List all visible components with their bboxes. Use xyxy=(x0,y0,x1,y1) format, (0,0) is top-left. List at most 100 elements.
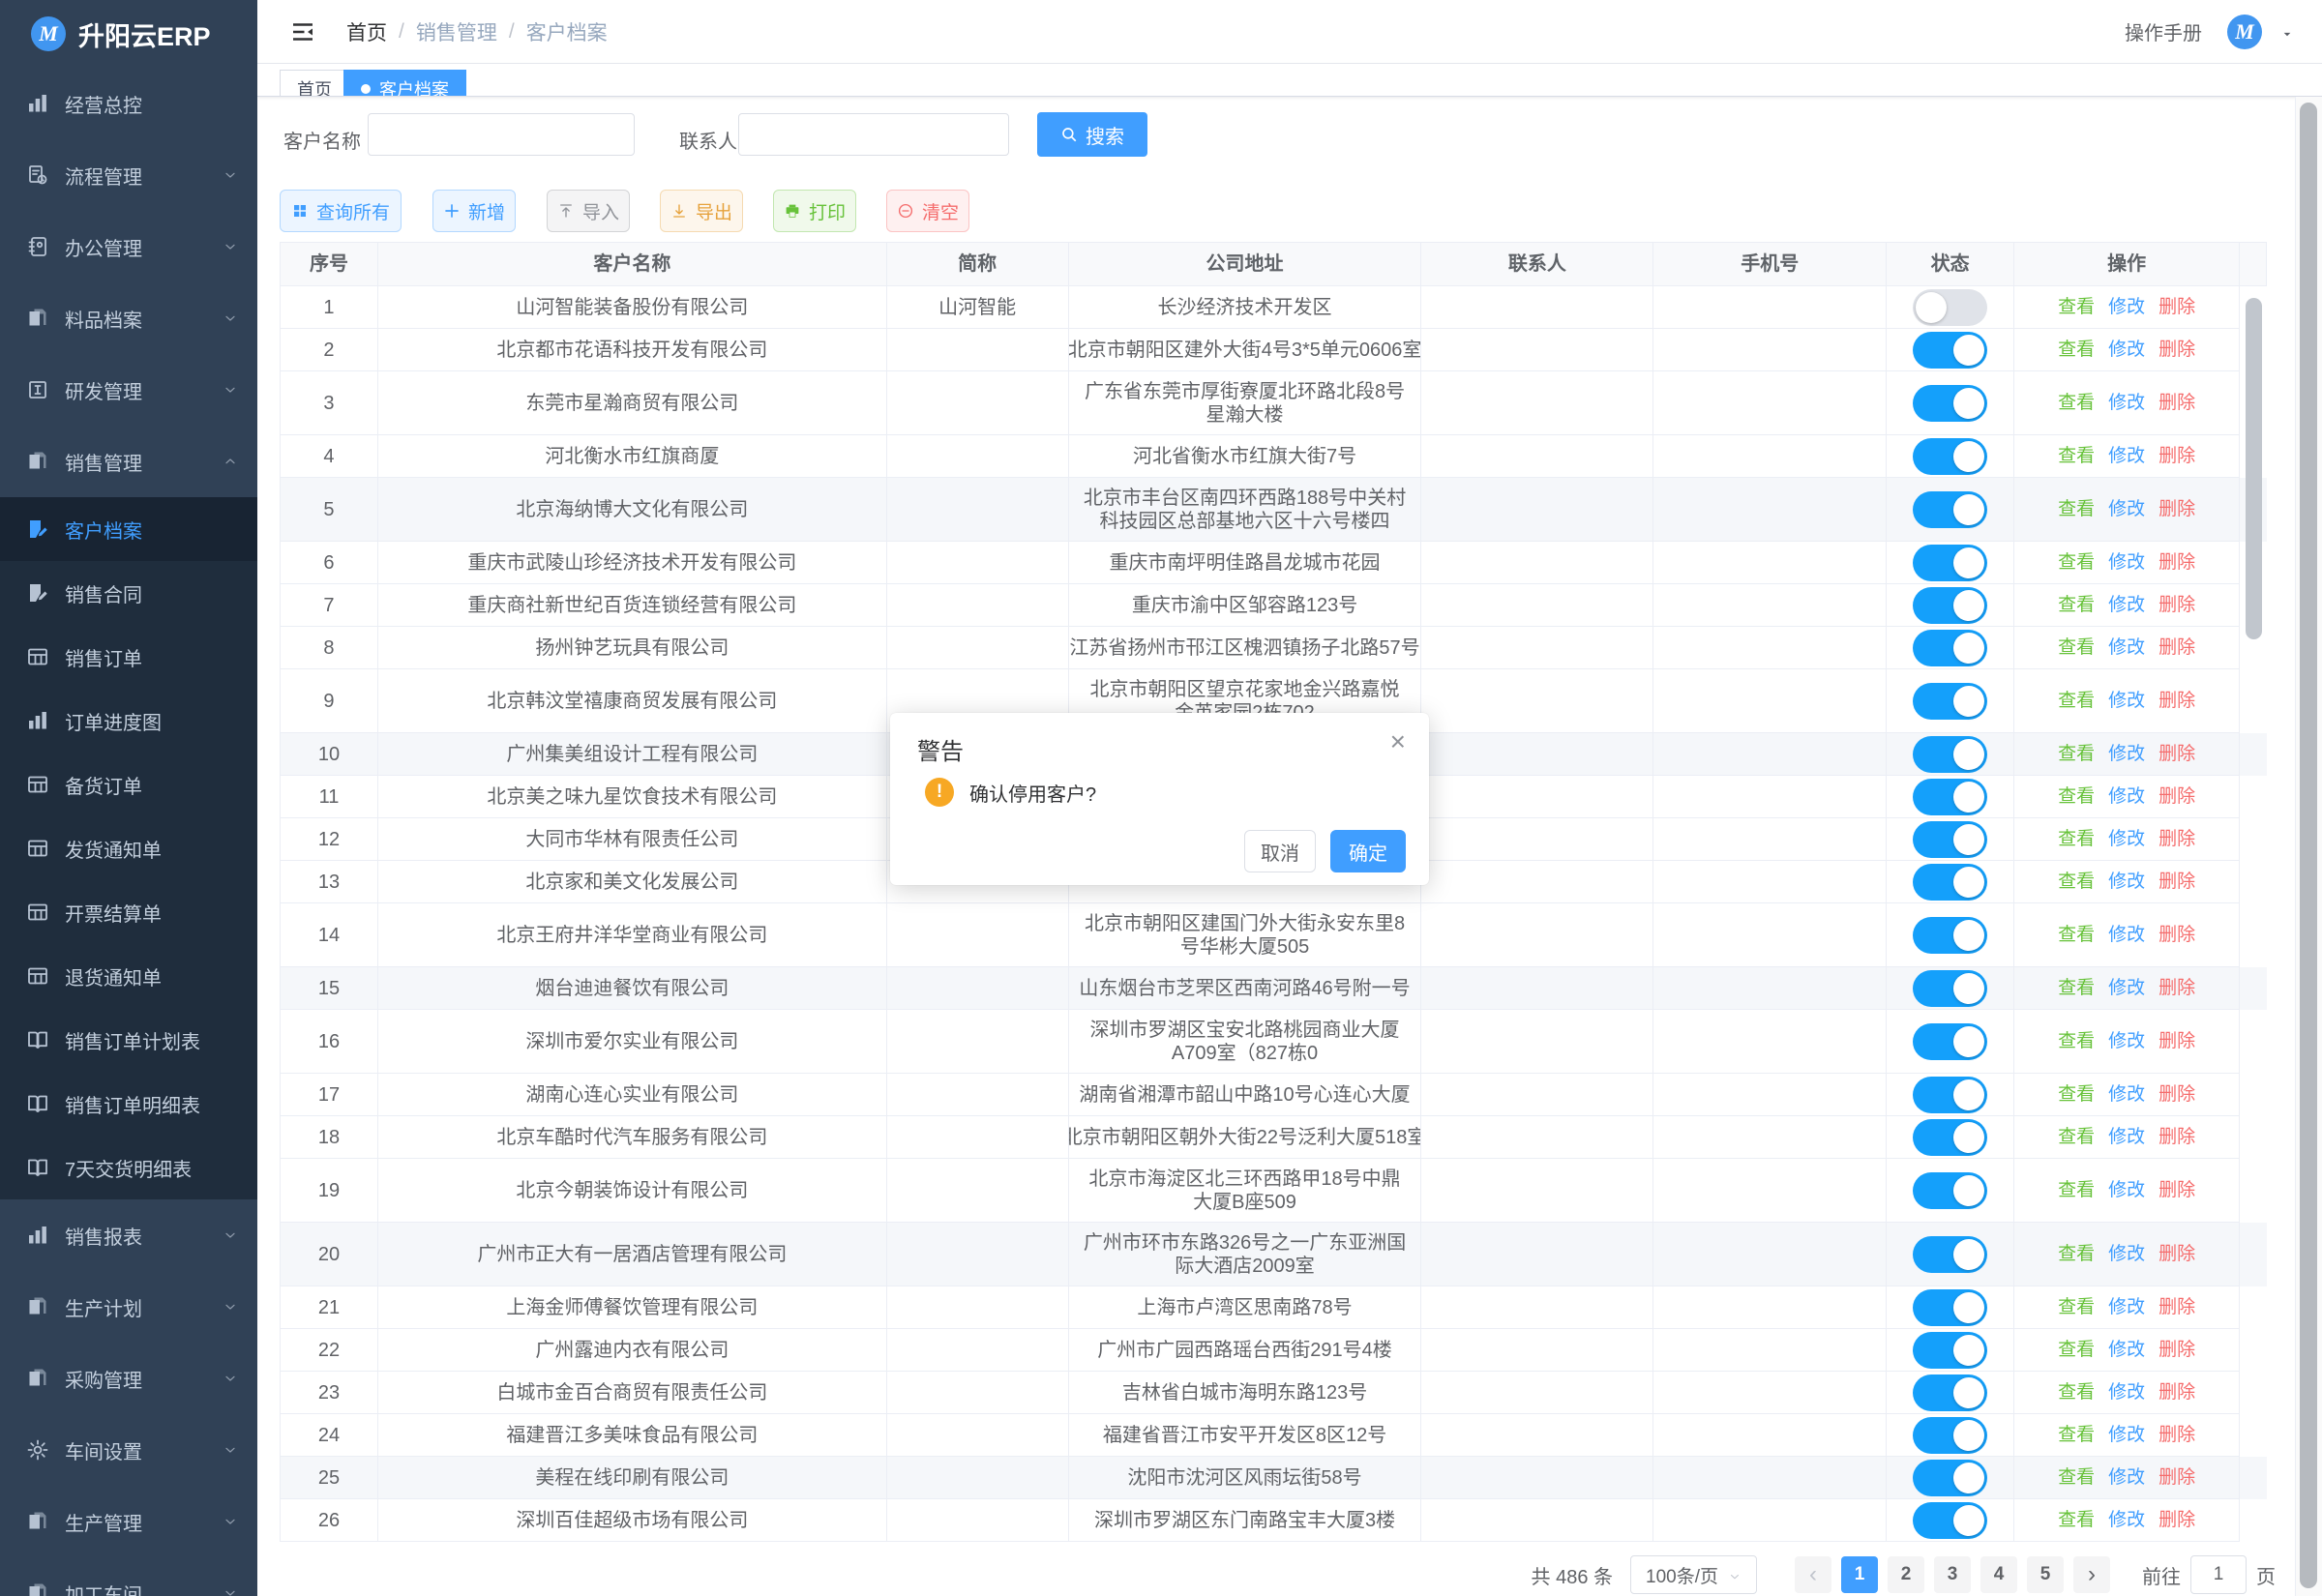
status-toggle[interactable] xyxy=(1913,545,1987,581)
page-button-4[interactable]: 4 xyxy=(1980,1556,2017,1593)
delete-link[interactable]: 删除 xyxy=(2158,550,2195,576)
confirm-button[interactable]: 确定 xyxy=(1330,830,1406,872)
print-button[interactable]: 打印 xyxy=(773,190,856,232)
delete-link[interactable]: 删除 xyxy=(2158,784,2195,810)
edit-link[interactable]: 修改 xyxy=(2108,1029,2145,1054)
sidebar-item-生产管理[interactable]: 生产管理 xyxy=(0,1486,257,1557)
table-scrollbar[interactable] xyxy=(2246,298,2262,639)
delete-link[interactable]: 删除 xyxy=(2158,338,2195,363)
delete-link[interactable]: 删除 xyxy=(2158,976,2195,1001)
view-link[interactable]: 查看 xyxy=(2058,1380,2095,1405)
sidebar-item-加工车间[interactable]: 加工车间 xyxy=(0,1557,257,1596)
delete-link[interactable]: 删除 xyxy=(2158,391,2195,416)
status-toggle[interactable] xyxy=(1913,630,1987,666)
view-link[interactable]: 查看 xyxy=(2058,870,2095,895)
sidebar-item-销售订单[interactable]: 销售订单 xyxy=(0,625,257,689)
status-toggle[interactable] xyxy=(1913,864,1987,901)
sidebar-item-退货通知单[interactable]: 退货通知单 xyxy=(0,944,257,1008)
breadcrumb-item[interactable]: 首页 xyxy=(346,17,387,46)
edit-link[interactable]: 修改 xyxy=(2108,1465,2145,1491)
delete-link[interactable]: 删除 xyxy=(2158,1029,2195,1054)
status-toggle[interactable] xyxy=(1913,779,1987,815)
edit-link[interactable]: 修改 xyxy=(2108,1082,2145,1108)
status-toggle[interactable] xyxy=(1913,1077,1987,1113)
delete-link[interactable]: 删除 xyxy=(2158,1242,2195,1267)
delete-link[interactable]: 删除 xyxy=(2158,1423,2195,1448)
status-toggle[interactable] xyxy=(1913,438,1987,475)
close-icon[interactable]: × xyxy=(1390,728,1406,755)
status-toggle[interactable] xyxy=(1913,289,1987,326)
clear-button[interactable]: 清空 xyxy=(886,190,969,232)
delete-link[interactable]: 删除 xyxy=(2158,635,2195,661)
edit-link[interactable]: 修改 xyxy=(2108,827,2145,852)
edit-link[interactable]: 修改 xyxy=(2108,1338,2145,1363)
page-scrollbar[interactable] xyxy=(2300,103,2317,1588)
sidebar-item-经营总控[interactable]: 经营总控 xyxy=(0,68,257,139)
sidebar-item-销售管理[interactable]: 销售管理 xyxy=(0,426,257,497)
prev-page-button[interactable]: ‹ xyxy=(1795,1556,1831,1593)
delete-link[interactable]: 删除 xyxy=(2158,593,2195,618)
manual-link[interactable]: 操作手册 xyxy=(2125,17,2202,45)
sidebar-item-车间设置[interactable]: 车间设置 xyxy=(0,1414,257,1486)
status-toggle[interactable] xyxy=(1913,587,1987,624)
delete-link[interactable]: 删除 xyxy=(2158,295,2195,320)
edit-link[interactable]: 修改 xyxy=(2108,1125,2145,1150)
view-link[interactable]: 查看 xyxy=(2058,1029,2095,1054)
delete-link[interactable]: 删除 xyxy=(2158,497,2195,522)
view-link[interactable]: 查看 xyxy=(2058,976,2095,1001)
status-toggle[interactable] xyxy=(1913,970,1987,1007)
edit-link[interactable]: 修改 xyxy=(2108,497,2145,522)
edit-link[interactable]: 修改 xyxy=(2108,338,2145,363)
edit-link[interactable]: 修改 xyxy=(2108,635,2145,661)
sidebar-item-开票结算单[interactable]: 开票结算单 xyxy=(0,880,257,944)
status-toggle[interactable] xyxy=(1913,1417,1987,1454)
delete-link[interactable]: 删除 xyxy=(2158,827,2195,852)
view-link[interactable]: 查看 xyxy=(2058,827,2095,852)
page-button-2[interactable]: 2 xyxy=(1888,1556,1924,1593)
page-size-select[interactable]: 100条/页 xyxy=(1630,1555,1757,1594)
delete-link[interactable]: 删除 xyxy=(2158,1380,2195,1405)
status-toggle[interactable] xyxy=(1913,683,1987,720)
view-link[interactable]: 查看 xyxy=(2058,689,2095,714)
page-button-3[interactable]: 3 xyxy=(1934,1556,1971,1593)
edit-link[interactable]: 修改 xyxy=(2108,295,2145,320)
edit-link[interactable]: 修改 xyxy=(2108,444,2145,469)
view-link[interactable]: 查看 xyxy=(2058,784,2095,810)
view-link[interactable]: 查看 xyxy=(2058,923,2095,948)
delete-link[interactable]: 删除 xyxy=(2158,1465,2195,1491)
view-link[interactable]: 查看 xyxy=(2058,1508,2095,1533)
status-toggle[interactable] xyxy=(1913,1374,1987,1411)
view-link[interactable]: 查看 xyxy=(2058,1338,2095,1363)
view-link[interactable]: 查看 xyxy=(2058,550,2095,576)
view-link[interactable]: 查看 xyxy=(2058,444,2095,469)
edit-link[interactable]: 修改 xyxy=(2108,391,2145,416)
view-link[interactable]: 查看 xyxy=(2058,295,2095,320)
status-toggle[interactable] xyxy=(1913,1119,1987,1156)
delete-link[interactable]: 删除 xyxy=(2158,444,2195,469)
status-toggle[interactable] xyxy=(1913,332,1987,369)
view-link[interactable]: 查看 xyxy=(2058,635,2095,661)
search-button[interactable]: 搜索 xyxy=(1037,112,1147,157)
avatar[interactable]: M xyxy=(2227,15,2262,49)
view-link[interactable]: 查看 xyxy=(2058,1295,2095,1320)
view-link[interactable]: 查看 xyxy=(2058,338,2095,363)
status-toggle[interactable] xyxy=(1913,821,1987,858)
delete-link[interactable]: 删除 xyxy=(2158,870,2195,895)
sidebar-item-销售订单计划表[interactable]: 销售订单计划表 xyxy=(0,1008,257,1072)
edit-link[interactable]: 修改 xyxy=(2108,689,2145,714)
cancel-button[interactable]: 取消 xyxy=(1244,830,1316,872)
add-button[interactable]: 新增 xyxy=(432,190,516,232)
status-toggle[interactable] xyxy=(1913,1332,1987,1369)
status-toggle[interactable] xyxy=(1913,1023,1987,1060)
sidebar-item-销售报表[interactable]: 销售报表 xyxy=(0,1199,257,1271)
edit-link[interactable]: 修改 xyxy=(2108,923,2145,948)
user-caret-icon[interactable] xyxy=(2279,27,2295,37)
sidebar-item-备货订单[interactable]: 备货订单 xyxy=(0,753,257,816)
delete-link[interactable]: 删除 xyxy=(2158,1178,2195,1203)
sidebar-item-销售订单明细表[interactable]: 销售订单明细表 xyxy=(0,1072,257,1136)
edit-link[interactable]: 修改 xyxy=(2108,1508,2145,1533)
view-link[interactable]: 查看 xyxy=(2058,497,2095,522)
status-toggle[interactable] xyxy=(1913,1502,1987,1539)
status-toggle[interactable] xyxy=(1913,1236,1987,1273)
view-link[interactable]: 查看 xyxy=(2058,742,2095,767)
